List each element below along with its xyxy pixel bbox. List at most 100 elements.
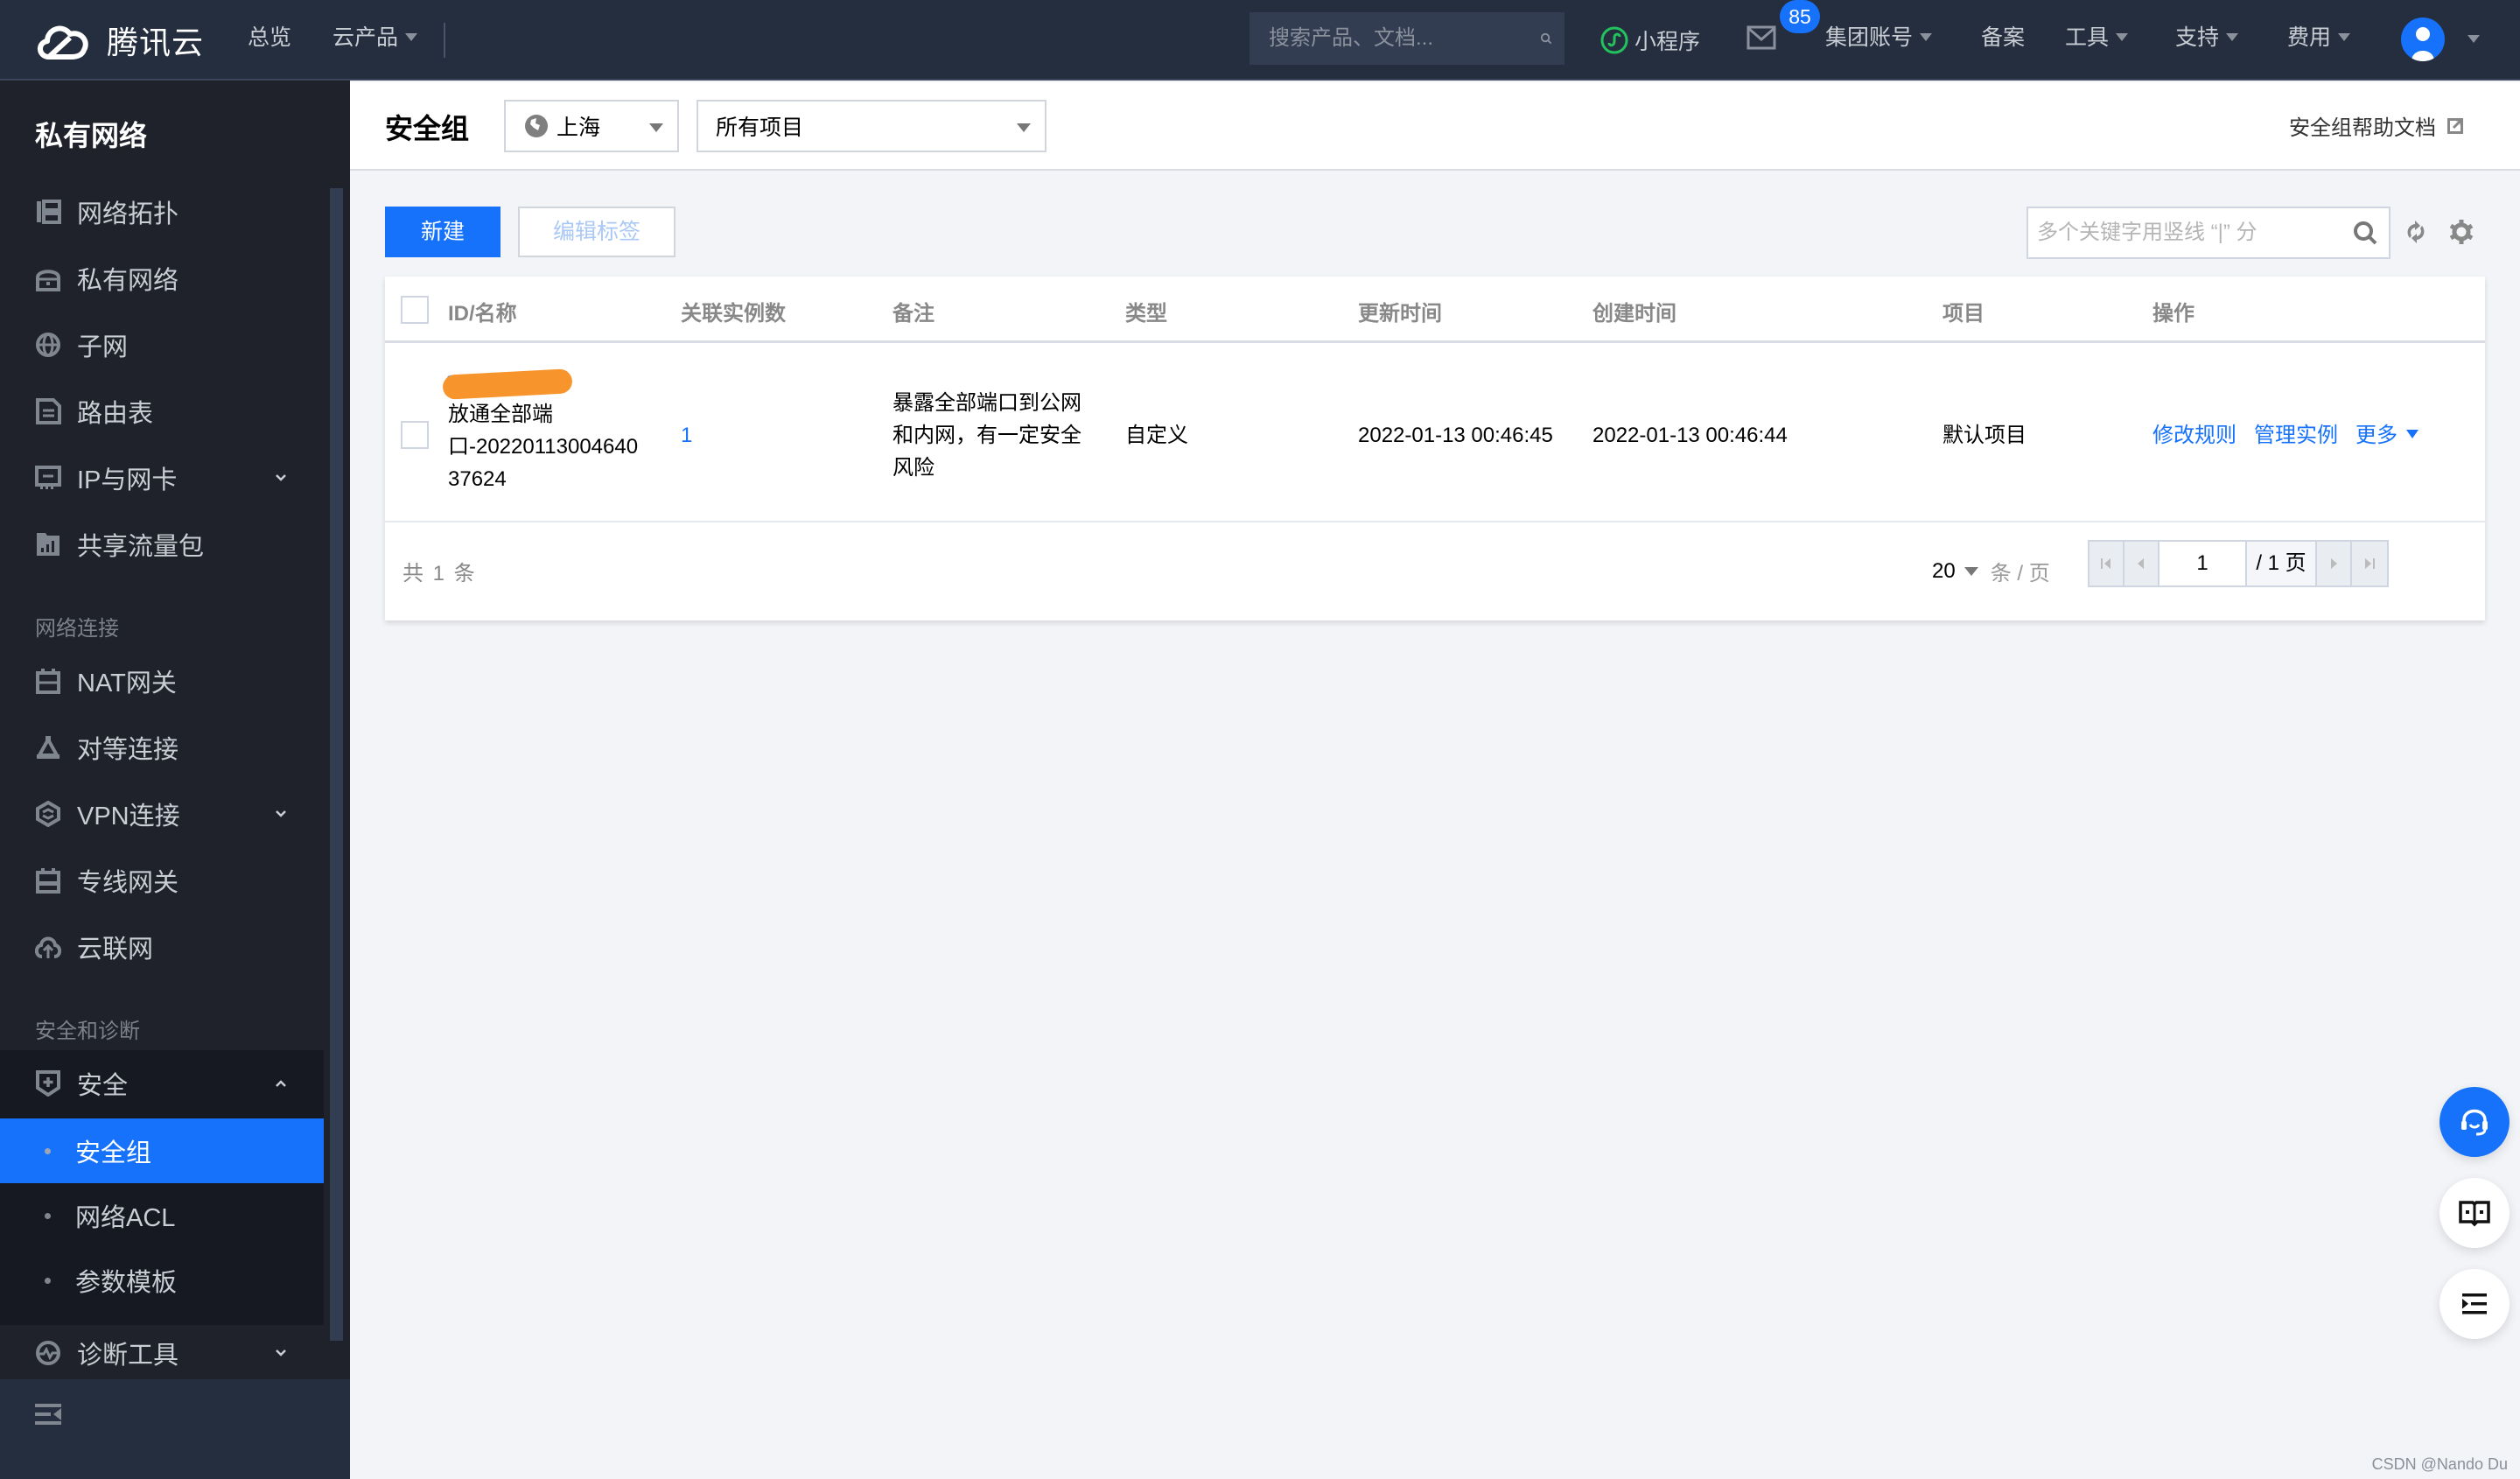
page-size-select[interactable]: 20 条 / 页 xyxy=(1932,556,2050,586)
next-page-button[interactable] xyxy=(2317,542,2352,585)
new-button[interactable]: 新建 xyxy=(385,207,500,257)
sidebar-item-vpn[interactable]: VPN连接 xyxy=(0,781,324,847)
table-search[interactable] xyxy=(2026,207,2390,259)
nav-support[interactable]: 支持 xyxy=(2175,0,2239,81)
peering-icon xyxy=(36,735,60,759)
nav-overview-label: 总览 xyxy=(248,25,292,50)
global-search[interactable] xyxy=(1250,12,1564,65)
watermark: CSDN @Nando Du xyxy=(2371,1455,2508,1473)
brand-logo[interactable]: 腾讯云 xyxy=(33,16,204,65)
sidebar-item-peering[interactable]: 对等连接 xyxy=(0,714,324,781)
nat-gateway-icon xyxy=(36,669,60,694)
sidebar-subitem-param-template[interactable]: 参数模板 xyxy=(0,1248,324,1313)
collapse-sidebar-icon[interactable] xyxy=(35,1404,61,1425)
settings-gear-icon[interactable] xyxy=(2448,219,2474,245)
type-cell: 自定义 xyxy=(1125,424,1188,447)
vpn-icon xyxy=(36,801,60,827)
shield-icon xyxy=(36,1070,60,1097)
sidebar-item-route-table[interactable]: 路由表 xyxy=(0,378,324,445)
chevron-up-icon xyxy=(276,1080,286,1087)
modify-rules-link[interactable]: 修改规则 xyxy=(2152,419,2236,452)
sidebar-subitem-network-acl[interactable]: 网络ACL xyxy=(0,1183,324,1248)
nav-tools[interactable]: 工具 xyxy=(2065,0,2129,81)
sidebar-item-diagnose[interactable]: 诊断工具 xyxy=(0,1327,324,1379)
project-value: 所有项目 xyxy=(716,116,804,140)
chevron-down-icon xyxy=(276,1349,286,1356)
prev-page-button[interactable] xyxy=(2124,542,2160,585)
edit-tags-button[interactable]: 编辑标签 xyxy=(518,207,676,257)
name-line: 放通全部端 xyxy=(448,403,553,426)
search-icon[interactable] xyxy=(1540,25,1552,52)
user-icon xyxy=(2412,27,2434,61)
select-all-checkbox[interactable] xyxy=(401,296,429,324)
sidebar-item-traffic-package[interactable]: 共享流量包 xyxy=(0,511,324,578)
sidebar-item-label: 子网 xyxy=(77,333,129,361)
sidebar-item-label: 安全 xyxy=(77,1072,129,1100)
nav-support-label: 支持 xyxy=(2175,25,2220,50)
nav-filing[interactable]: 备案 xyxy=(1981,0,2025,81)
sidebar-subitem-security-group[interactable]: 安全组 xyxy=(0,1118,324,1183)
nav-billing[interactable]: 费用 xyxy=(2287,0,2351,81)
manage-instances-link[interactable]: 管理实例 xyxy=(2254,419,2338,452)
user-menu-caret-icon[interactable] xyxy=(2468,35,2480,43)
chevron-down-icon xyxy=(276,474,286,481)
table-search-input[interactable] xyxy=(2037,221,2352,245)
page-number-input[interactable]: 1 xyxy=(2160,542,2247,585)
help-doc-link[interactable]: 安全组帮助文档 xyxy=(2289,110,2464,141)
region-select[interactable]: 上海 xyxy=(504,100,679,152)
caret-down-icon xyxy=(405,32,418,41)
notification-badge[interactable]: 85 xyxy=(1780,0,1820,33)
mini-program-link[interactable]: 小程序 xyxy=(1600,0,1700,81)
sidebar-item-vpc[interactable]: 私有网络 xyxy=(0,245,324,312)
sidebar-item-topology[interactable]: 网络拓扑 xyxy=(0,179,324,245)
caret-down-icon xyxy=(2116,32,2129,41)
instance-count-link[interactable]: 1 xyxy=(681,419,692,452)
customer-service-button[interactable] xyxy=(2440,1087,2510,1157)
sidebar-subitem-label: 网络ACL xyxy=(75,1204,176,1232)
sidebar-scrollbar[interactable] xyxy=(330,188,343,1341)
more-actions-dropdown[interactable]: 更多 xyxy=(2356,419,2418,452)
project-select[interactable]: 所有项目 xyxy=(696,100,1046,152)
outline-button[interactable] xyxy=(2440,1269,2510,1339)
pagination: 1 / 1 页 xyxy=(2088,540,2389,587)
nav-tools-label: 工具 xyxy=(2065,25,2110,50)
sidebar-item-nat-gateway[interactable]: NAT网关 xyxy=(0,648,324,714)
sidebar-item-security[interactable]: 安全 xyxy=(0,1050,324,1117)
nav-overview[interactable]: 总览 xyxy=(248,0,291,81)
sidebar-section-security: 安全和诊断 xyxy=(35,1020,140,1043)
user-avatar[interactable] xyxy=(2401,18,2445,61)
more-actions-label: 更多 xyxy=(2356,424,2398,447)
refresh-icon[interactable] xyxy=(2403,219,2429,245)
region-value: 上海 xyxy=(556,116,601,140)
sidebar-item-label: VPN连接 xyxy=(77,803,180,831)
first-page-button[interactable] xyxy=(2090,542,2124,585)
documentation-button[interactable] xyxy=(2440,1178,2510,1248)
bullet-icon xyxy=(45,1212,51,1219)
caret-down-icon xyxy=(2406,429,2418,438)
last-page-icon xyxy=(2365,558,2375,569)
name-line: 口-20220113004640 xyxy=(448,435,639,459)
last-page-button[interactable] xyxy=(2352,542,2387,585)
nav-group-account[interactable]: 集团账号 xyxy=(1825,0,1933,81)
sidebar-item-subnet[interactable]: 子网 xyxy=(0,312,324,378)
caret-down-icon xyxy=(1017,123,1031,132)
sidebar-item-ip-nic[interactable]: IP与网卡 xyxy=(0,445,324,511)
search-icon[interactable] xyxy=(2352,220,2378,246)
cloud-logo-icon xyxy=(38,25,88,60)
sidebar-item-label: 专线网关 xyxy=(77,869,179,897)
nav-products[interactable]: 云产品 xyxy=(332,0,418,81)
column-header-id-name[interactable]: ID/名称 xyxy=(448,296,517,326)
sidebar-subitem-label: 安全组 xyxy=(75,1139,152,1167)
remark-cell: 暴露全部端口到公网 和内网，有一定安全 风险 xyxy=(892,387,1082,484)
security-group-name: 放通全部端 口-20220113004640 37624 xyxy=(448,398,638,495)
remark-line: 和内网，有一定安全 xyxy=(892,424,1082,447)
sidebar-item-label: NAT网关 xyxy=(77,669,177,697)
row-checkbox[interactable] xyxy=(401,421,429,449)
caret-down-icon xyxy=(2338,32,2351,41)
global-search-input[interactable] xyxy=(1269,26,1540,51)
mail-icon[interactable] xyxy=(1746,25,1776,51)
headset-icon xyxy=(2461,1109,2488,1136)
brand-name: 腾讯云 xyxy=(107,25,205,60)
sidebar-item-dc-gateway[interactable]: 专线网关 xyxy=(0,847,324,914)
sidebar-item-ccn[interactable]: 云联网 xyxy=(0,914,324,980)
